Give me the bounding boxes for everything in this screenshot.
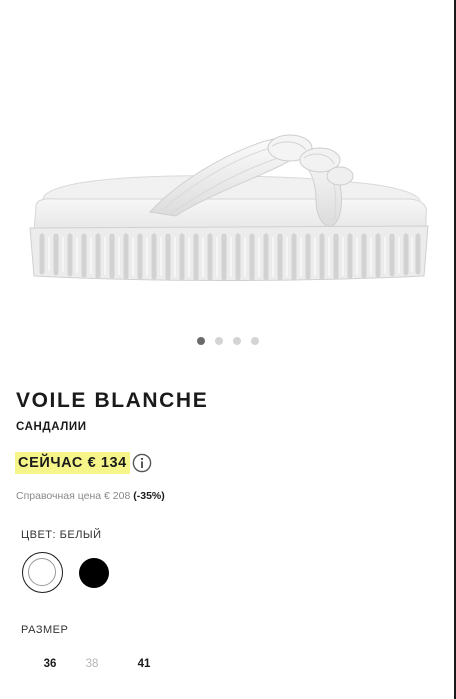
size-option-36[interactable]: 36 bbox=[34, 658, 66, 670]
info-icon[interactable] bbox=[132, 453, 152, 473]
sandal-illustration bbox=[29, 134, 429, 281]
size-options: 36 38 41 bbox=[34, 658, 170, 670]
product-category: САНДАЛИИ bbox=[16, 421, 87, 433]
current-price: СЕЙЧАС € 134 bbox=[15, 452, 130, 474]
product-image[interactable] bbox=[0, 0, 454, 330]
reference-price-label: Справочная цена bbox=[16, 490, 102, 502]
carousel-dot-2[interactable] bbox=[215, 337, 223, 345]
size-label: РАЗМЕР bbox=[21, 624, 69, 636]
color-swatch-white[interactable] bbox=[22, 552, 63, 593]
carousel-dot-4[interactable] bbox=[251, 337, 259, 345]
size-option-41[interactable]: 41 bbox=[118, 658, 170, 670]
carousel-dot-3[interactable] bbox=[233, 337, 241, 345]
reference-price-value: € 208 bbox=[104, 490, 131, 502]
color-swatch-black[interactable] bbox=[79, 558, 109, 588]
color-label: ЦВЕТ: БЕЛЫЙ bbox=[21, 529, 102, 541]
discount-percent: (-35%) bbox=[133, 490, 165, 502]
brand-name[interactable]: VOILE BLANCHE bbox=[16, 389, 208, 413]
image-carousel-indicators bbox=[0, 337, 456, 345]
color-swatch-white-fill bbox=[28, 558, 56, 586]
reference-price: Справочная цена € 208 (-35%) bbox=[16, 490, 165, 502]
size-option-38[interactable]: 38 bbox=[66, 658, 118, 670]
carousel-dot-1[interactable] bbox=[197, 337, 205, 345]
